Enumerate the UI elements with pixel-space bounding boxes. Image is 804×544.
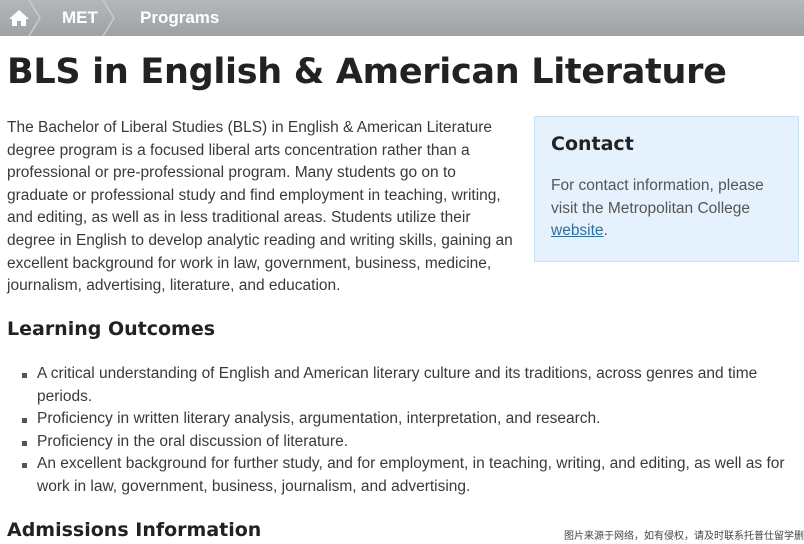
- breadcrumb-item-met[interactable]: MET: [42, 0, 116, 36]
- contact-website-link[interactable]: website: [551, 222, 604, 239]
- breadcrumb: MET Programs: [0, 0, 804, 36]
- admissions-heading: Admissions Information: [7, 519, 262, 541]
- page-title: BLS in English & American Literature: [7, 52, 727, 92]
- list-item: A critical understanding of English and …: [22, 363, 801, 408]
- breadcrumb-item-label: Programs: [140, 8, 220, 27]
- home-icon: [9, 10, 29, 26]
- list-item: Proficiency in the oral discussion of li…: [22, 431, 801, 454]
- contact-box: Contact For contact information, please …: [534, 116, 799, 262]
- breadcrumb-home-link[interactable]: [0, 0, 42, 36]
- contact-text-after-link: .: [603, 222, 608, 240]
- breadcrumb-item-programs[interactable]: Programs: [116, 0, 219, 36]
- breadcrumb-separator-icon: [102, 0, 115, 36]
- list-item: Proficiency in written literary analysis…: [22, 408, 801, 431]
- breadcrumb-item-label: MET: [62, 8, 98, 27]
- breadcrumb-separator-icon: [28, 0, 41, 36]
- learning-outcomes-list: A critical understanding of English and …: [22, 363, 801, 499]
- contact-text-before-link: For contact information, please visit th…: [551, 177, 764, 217]
- contact-text: For contact information, please visit th…: [551, 175, 782, 243]
- learning-outcomes-heading: Learning Outcomes: [7, 318, 216, 340]
- intro-paragraph: The Bachelor of Liberal Studies (BLS) in…: [7, 119, 513, 295]
- list-item: An excellent background for further stud…: [22, 453, 801, 498]
- watermark-text: 图片来源于网络，如有侵权，请及时联系托普仕留学删: [564, 531, 804, 542]
- contact-title: Contact: [551, 133, 634, 155]
